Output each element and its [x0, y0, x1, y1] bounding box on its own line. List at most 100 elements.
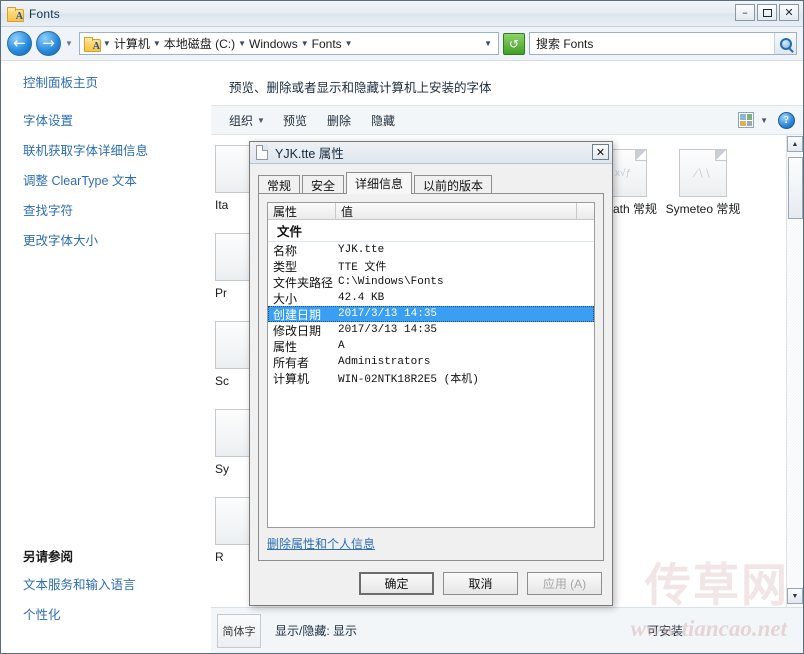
- remove-properties-link[interactable]: 删除属性和个人信息: [267, 535, 375, 552]
- see-also-heading: 另请参阅: [23, 550, 74, 564]
- sidebar-item-find-character[interactable]: 查找字符: [23, 203, 210, 219]
- fonts-explorer-window: A Fonts – ✕ ← → ▼ A ▼ 计算机 ▼ 本地磁盘 (C:) ▼ …: [0, 0, 804, 654]
- scroll-up-button[interactable]: ▲: [787, 136, 803, 152]
- view-options-icon[interactable]: [738, 112, 755, 128]
- font-item-symeteo[interactable]: ⁄∖∖ Symeteo 常规: [663, 145, 743, 233]
- toolbar-delete-button[interactable]: 删除: [317, 112, 361, 129]
- window-title: Fonts: [29, 6, 61, 21]
- table-row[interactable]: 属性 A: [268, 338, 594, 354]
- search-box[interactable]: 搜索 Fonts: [529, 32, 797, 55]
- properties-list[interactable]: 属性 值 文件 名称 YJK.tte 类型 TTE 文件 文件夹路径 C:\Wi…: [267, 202, 595, 528]
- maximize-button[interactable]: [757, 4, 777, 21]
- properties-list-header: 属性 值: [268, 203, 594, 220]
- address-dropdown-icon[interactable]: ▼: [484, 39, 494, 48]
- status-show-hide: 显示/隐藏: 显示: [275, 624, 358, 638]
- refresh-button[interactable]: ↺: [503, 32, 525, 55]
- table-row[interactable]: 名称 YJK.tte: [268, 242, 594, 258]
- table-row-selected[interactable]: 创建日期 2017/3/13 14:35: [268, 306, 594, 322]
- command-toolbar: 组织 ▼ 预览 删除 隐藏 ▼ ?: [211, 105, 803, 135]
- scroll-down-button[interactable]: ▼: [787, 588, 803, 604]
- see-also-item-personalization[interactable]: 个性化: [23, 607, 210, 623]
- font-name-label: Symeteo 常规: [665, 202, 741, 216]
- column-header-attribute[interactable]: 属性: [268, 203, 336, 219]
- table-row[interactable]: 类型 TTE 文件: [268, 258, 594, 275]
- font-name-label: Pr: [215, 286, 227, 300]
- column-header-value[interactable]: 值: [336, 203, 577, 219]
- tab-details[interactable]: 详细信息: [346, 172, 413, 194]
- status-font-thumbnail: 简体字: [217, 613, 261, 648]
- page-title: 预览、删除或者显示和隐藏计算机上安装的字体: [229, 81, 492, 95]
- dialog-tabstrip: 常规 安全 详细信息 以前的版本: [250, 170, 612, 194]
- chevron-icon-2[interactable]: ▼: [238, 39, 246, 48]
- close-button[interactable]: ✕: [779, 4, 799, 21]
- see-also-item-text-services[interactable]: 文本服务和输入语言: [23, 577, 210, 593]
- status-installable: 可安装: [646, 624, 683, 638]
- dialog-title: YJK.tte 属性: [275, 147, 344, 161]
- font-name-label: Sc: [215, 374, 230, 388]
- sidebar-item-adjust-cleartype[interactable]: 调整 ClearType 文本: [23, 173, 210, 189]
- search-icon[interactable]: [774, 33, 796, 54]
- property-label: 计算机: [273, 371, 310, 386]
- chevron-icon-3[interactable]: ▼: [301, 39, 309, 48]
- status-bar: 简体字 显示/隐藏: 显示 可安装: [211, 607, 803, 653]
- apply-button: 应用 (A): [527, 571, 602, 595]
- file-properties-dialog: YJK.tte 属性 ✕ 常规 安全 详细信息 以前的版本 属性 值 文件 名称…: [249, 141, 613, 606]
- chevron-down-icon[interactable]: ▼: [257, 116, 273, 125]
- back-button[interactable]: ←: [7, 31, 32, 56]
- breadcrumb-fonts[interactable]: Fonts: [312, 37, 342, 51]
- font-name-label: Sy: [215, 462, 230, 476]
- font-name-label: R: [215, 550, 224, 564]
- address-bar[interactable]: A ▼ 计算机 ▼ 本地磁盘 (C:) ▼ Windows ▼ Fonts ▼ …: [78, 32, 499, 55]
- chevron-icon-1[interactable]: ▼: [153, 39, 161, 48]
- ok-button[interactable]: 确定: [359, 571, 434, 595]
- sidebar-item-font-settings[interactable]: 字体设置: [23, 113, 210, 129]
- breadcrumb-windows[interactable]: Windows: [249, 37, 298, 51]
- toolbar-hide-button[interactable]: 隐藏: [361, 112, 405, 129]
- table-row[interactable]: 修改日期 2017/3/13 14:35: [268, 322, 594, 338]
- sidebar-item-change-font-size[interactable]: 更改字体大小: [23, 233, 210, 249]
- navigation-bar: ← → ▼ A ▼ 计算机 ▼ 本地磁盘 (C:) ▼ Windows ▼ Fo…: [1, 27, 803, 61]
- breadcrumb-computer[interactable]: 计算机: [114, 35, 150, 52]
- tab-security[interactable]: 安全: [302, 175, 345, 194]
- scrollbar-thumb[interactable]: [787, 157, 803, 219]
- see-also-section: 另请参阅 文本服务和输入语言 个性化: [23, 546, 210, 653]
- dialog-close-button[interactable]: ✕: [592, 144, 609, 160]
- breadcrumb-local-disk[interactable]: 本地磁盘 (C:): [164, 35, 235, 52]
- property-value: WIN-02NTK18R2E5 (本机): [338, 374, 479, 386]
- vertical-scrollbar[interactable]: ▲ ▼: [786, 135, 803, 607]
- tab-previous-versions[interactable]: 以前的版本: [414, 175, 493, 194]
- property-label: 文件夹路径: [273, 275, 334, 290]
- cancel-button[interactable]: 取消: [443, 571, 518, 595]
- table-row[interactable]: 大小 42.4 KB: [268, 290, 594, 306]
- window-titlebar: A Fonts – ✕: [1, 1, 803, 27]
- chevron-icon-0[interactable]: ▼: [103, 39, 111, 48]
- property-value: 42.4 KB: [338, 292, 385, 304]
- file-icon: [256, 145, 268, 160]
- table-row[interactable]: 计算机 WIN-02NTK18R2E5 (本机): [268, 370, 594, 387]
- table-row[interactable]: 所有者 Administrators: [268, 354, 594, 370]
- chevron-icon-4[interactable]: ▼: [345, 39, 353, 48]
- column-header-spacer: [577, 203, 594, 219]
- dialog-button-row: 确定 取消 应用 (A): [250, 561, 612, 605]
- property-label: 名称: [273, 243, 298, 258]
- forward-button[interactable]: →: [36, 31, 61, 56]
- font-name-label: Ita: [215, 198, 229, 212]
- property-label: 修改日期: [273, 323, 322, 338]
- view-dropdown-icon[interactable]: ▼: [760, 116, 778, 125]
- toolbar-preview-button[interactable]: 预览: [273, 112, 317, 129]
- table-row[interactable]: 文件夹路径 C:\Windows\Fonts: [268, 274, 594, 290]
- scrollbar-track[interactable]: [787, 219, 803, 607]
- minimize-button[interactable]: –: [735, 4, 755, 21]
- help-icon[interactable]: ?: [778, 111, 795, 129]
- property-value: 2017/3/13 14:35: [338, 308, 438, 320]
- sidebar-item-control-panel-home[interactable]: 控制面板主页: [23, 75, 210, 91]
- dialog-panel: 属性 值 文件 名称 YJK.tte 类型 TTE 文件 文件夹路径 C:\Wi…: [258, 193, 604, 561]
- tab-general[interactable]: 常规: [258, 175, 301, 194]
- property-value: YJK.tte: [338, 244, 385, 256]
- history-dropdown-icon[interactable]: ▼: [65, 39, 73, 48]
- sidebar-item-get-font-details-online[interactable]: 联机获取字体详细信息: [23, 143, 210, 159]
- left-navigation-pane: 控制面板主页 字体设置 联机获取字体详细信息 调整 ClearType 文本 查…: [1, 61, 211, 653]
- search-input[interactable]: 搜索 Fonts: [536, 35, 770, 52]
- property-value: Administrators: [338, 356, 431, 368]
- refresh-icon: ↺: [508, 36, 520, 51]
